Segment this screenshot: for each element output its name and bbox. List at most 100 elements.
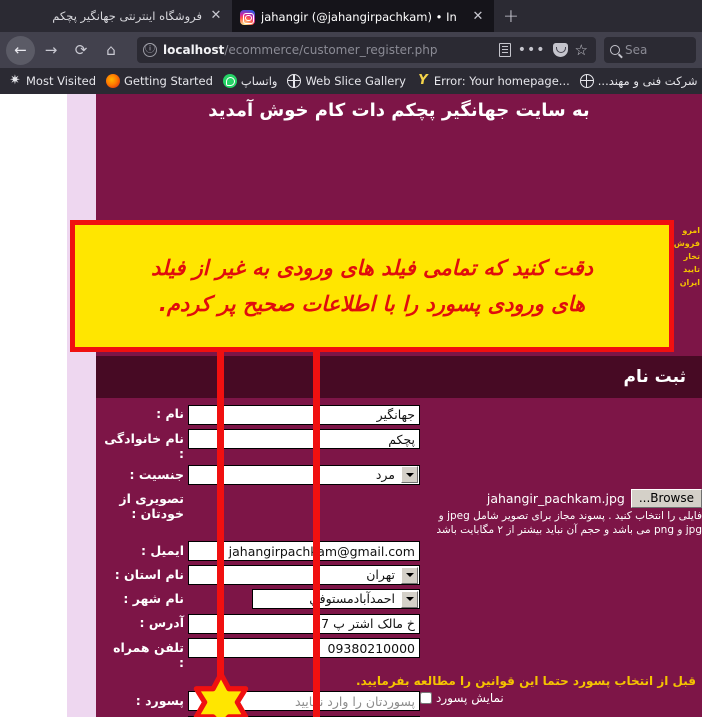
form-row-photo: تصویری از خودتان : Browse... jahangir_pa… xyxy=(96,488,702,537)
browser-tab-2[interactable]: jahangir (@jahangirpachkam) • In ✕ xyxy=(232,0,494,32)
bookmark-most-visited[interactable]: ✷ Most Visited xyxy=(4,72,100,90)
close-icon[interactable]: ✕ xyxy=(470,9,486,25)
gear-icon: ✷ xyxy=(9,73,21,88)
page-title: به سایت جهانگیر پچکم دات کام خوش آمدید xyxy=(208,100,590,121)
section-title: ثبت نام xyxy=(623,367,686,387)
url-text: localhost/ecommerce/customer_register.ph… xyxy=(163,43,493,57)
bookmark-label: واتساپ xyxy=(240,74,278,88)
gender-value: مرد xyxy=(375,466,395,482)
file-hint-line-1: فایلی را انتخاب کنید . پسوند مجاز برای ت… xyxy=(438,509,702,522)
page-viewport: به سایت جهانگیر پچکم دات کام خوش آمدید ص… xyxy=(0,94,702,717)
chevron-down-icon[interactable] xyxy=(401,466,418,483)
province-select[interactable]: تهران xyxy=(188,565,420,585)
browse-button[interactable]: Browse... xyxy=(630,488,702,508)
mobile-input[interactable] xyxy=(188,638,420,658)
background-text-right: امرو فروش تخار تایید ایران xyxy=(673,226,700,287)
new-tab-button[interactable]: + xyxy=(494,0,528,32)
form-row-province: نام استان : تهران xyxy=(96,565,702,585)
bookmark-error-homepage[interactable]: Y Error: Your homepage... xyxy=(412,72,574,90)
tab-title: jahangir (@jahangirpachkam) • In xyxy=(261,10,457,24)
search-bar[interactable]: Sea xyxy=(604,37,696,63)
search-placeholder: Sea xyxy=(625,43,648,57)
bookmarks-toolbar: ✷ Most Visited Getting Started واتساپ We… xyxy=(0,68,702,94)
label-photo: تصویری از خودتان : xyxy=(119,490,184,521)
chevron-down-icon[interactable] xyxy=(401,590,418,608)
site-info-icon[interactable]: ⓘ xyxy=(143,43,157,57)
form-row-gender: جنسیت : مرد xyxy=(96,464,702,485)
form-row-family: نام خانوادگی : xyxy=(96,429,702,461)
file-hint: فایلی را انتخاب کنید . پسوند مجاز برای ت… xyxy=(202,509,702,537)
url-bar[interactable]: ⓘ localhost/ecommerce/customer_register.… xyxy=(137,37,596,63)
bookmark-label: Getting Started xyxy=(124,74,213,88)
form-row-password: پسورد : نمایش پسورد xyxy=(96,691,702,711)
tab-strip: فروشگاه اینترنتی جهانگیر پچکم ✕ jahangir… xyxy=(0,0,702,32)
close-icon[interactable]: ✕ xyxy=(208,8,224,24)
bookmark-getting-started[interactable]: Getting Started xyxy=(102,72,217,90)
label-family: نام خانوادگی : xyxy=(104,430,184,461)
browser-tab-1[interactable]: فروشگاه اینترنتی جهانگیر پچکم ✕ xyxy=(0,0,232,32)
form-row-city: نام شهر : احمدآبادمستوفي xyxy=(96,589,702,609)
city-value: احمدآبادمستوفي xyxy=(309,591,395,606)
show-password-label: نمایش پسورد xyxy=(436,690,504,705)
label-email: ایمیل : xyxy=(141,542,184,558)
bookmark-company[interactable]: شرکت فنی و مهند... xyxy=(576,72,702,90)
show-password-checkbox[interactable] xyxy=(420,691,432,704)
browser-chrome: فروشگاه اینترنتی جهانگیر پچکم ✕ jahangir… xyxy=(0,0,702,94)
home-icon[interactable]: ⌂ xyxy=(97,36,125,64)
city-select[interactable]: احمدآبادمستوفي xyxy=(252,589,420,609)
yahoo-icon: Y xyxy=(418,73,428,88)
name-input[interactable] xyxy=(188,404,420,425)
gender-select[interactable]: مرد xyxy=(188,464,420,485)
label-name: نام : xyxy=(156,406,184,421)
email-input[interactable] xyxy=(188,541,420,561)
bookmark-whatsapp[interactable]: واتساپ xyxy=(219,72,282,90)
label-password: پسورد : xyxy=(135,692,184,708)
bookmark-star-icon[interactable]: ☆ xyxy=(575,42,588,58)
label-mobile: تلفن همراه : xyxy=(113,639,184,670)
navigation-toolbar: ← → ⟳ ⌂ ⓘ localhost/ecommerce/customer_r… xyxy=(0,32,702,68)
reload-icon[interactable]: ⟳ xyxy=(67,36,95,64)
page-side-strip xyxy=(67,94,96,717)
label-address: آدرس : xyxy=(139,615,185,630)
back-icon[interactable]: ← xyxy=(6,35,35,65)
instagram-icon xyxy=(240,9,255,25)
family-input[interactable] xyxy=(188,429,420,449)
tab-title: فروشگاه اینترنتی جهانگیر پچکم xyxy=(52,9,202,23)
province-value: تهران xyxy=(366,567,395,582)
password-input[interactable] xyxy=(188,691,420,711)
bookmark-web-slice-gallery[interactable]: Web Slice Gallery xyxy=(283,72,409,90)
bookmark-label: Web Slice Gallery xyxy=(305,74,406,88)
search-icon xyxy=(610,45,620,55)
file-hint-line-2: jpg و png می باشد و حجم آن نباید بیشتر ا… xyxy=(436,523,702,536)
label-province: نام استان : xyxy=(114,567,184,582)
selected-filename: jahangir_pachkam.jpg xyxy=(486,490,625,506)
firefox-icon xyxy=(106,74,120,88)
address-input[interactable] xyxy=(188,613,420,634)
url-path: /ecommerce/customer_register.php xyxy=(224,43,438,57)
bookmark-label: Error: Your homepage... xyxy=(433,74,570,88)
form-row-address: آدرس : xyxy=(96,613,702,634)
section-header: ثبت نام xyxy=(96,356,702,398)
show-password-toggle[interactable]: نمایش پسورد xyxy=(420,691,504,705)
form-row-email: ایمیل : xyxy=(96,541,702,561)
label-gender: جنسیت : xyxy=(129,466,184,482)
label-city: نام شهر : xyxy=(123,591,184,606)
reader-view-icon[interactable] xyxy=(498,43,511,57)
form-row-name: نام : xyxy=(96,404,702,425)
forward-icon[interactable]: → xyxy=(37,36,65,64)
url-host: localhost xyxy=(163,43,225,57)
bookmark-label: Most Visited xyxy=(26,74,96,88)
pocket-icon[interactable] xyxy=(552,43,568,57)
registration-form: نام : نام خانوادگی : جنسیت : مرد تصویری … xyxy=(96,404,702,717)
page-actions-icon[interactable]: ••• xyxy=(518,43,546,57)
globe-icon xyxy=(287,74,302,88)
bookmark-label: شرکت فنی و مهند... xyxy=(597,74,698,88)
globe-icon xyxy=(579,74,594,88)
password-rules-note[interactable]: قبل از انتخاب پسورد حتما این قوانین را م… xyxy=(96,674,702,688)
url-bar-icons: ••• ☆ xyxy=(498,42,590,58)
file-upload-control: Browse... jahangir_pachkam.jpg xyxy=(188,488,702,508)
chevron-down-icon[interactable] xyxy=(401,566,418,584)
form-row-mobile: تلفن همراه : xyxy=(96,638,702,670)
background-text-left: صح ود شد دم xyxy=(82,236,97,284)
whatsapp-icon xyxy=(222,74,237,88)
